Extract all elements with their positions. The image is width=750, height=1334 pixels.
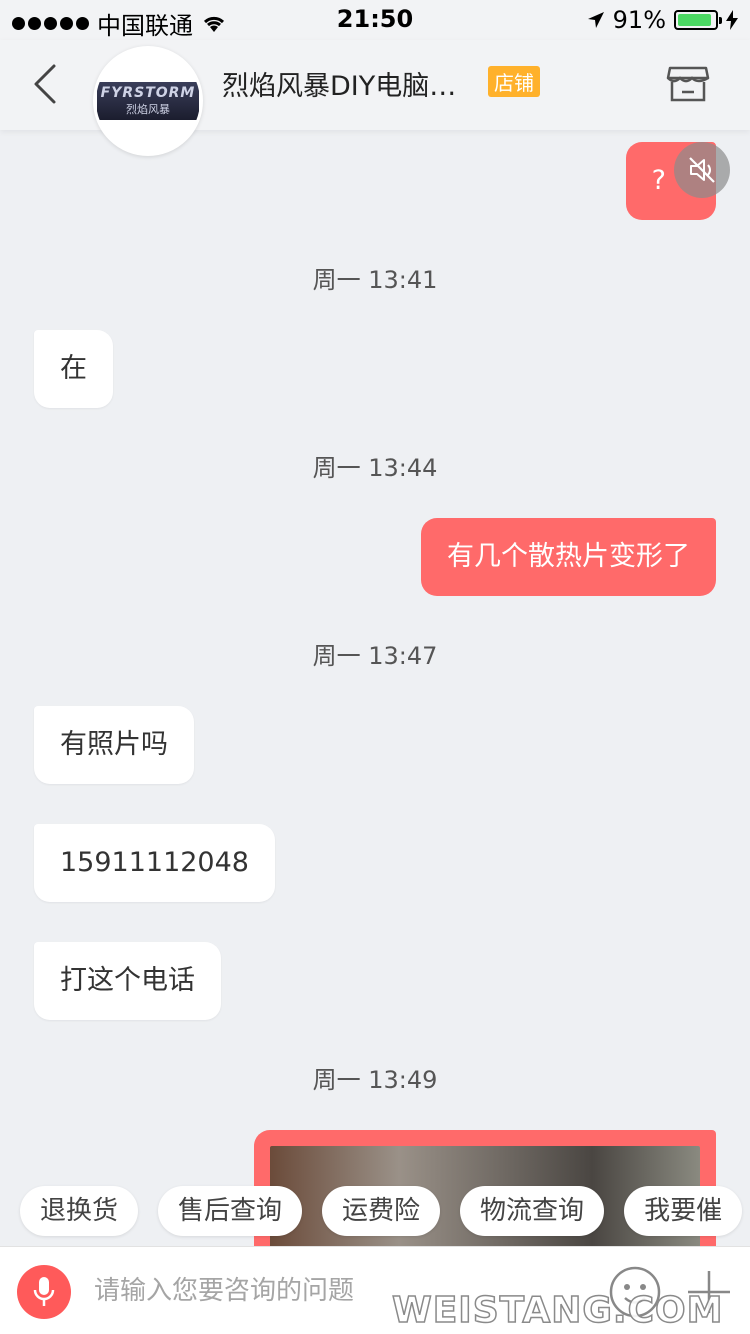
shop-avatar[interactable]: FYRSTORM 烈焰风暴 xyxy=(93,46,203,156)
quick-replies: 退换货 售后查询 运费险 物流查询 我要催 xyxy=(20,1186,743,1236)
chip-shipping-insurance[interactable]: 运费险 xyxy=(322,1186,441,1236)
shop-name[interactable]: 烈焰风暴DIY电脑… xyxy=(222,64,456,103)
timestamp: 周一 13:41 xyxy=(312,266,438,294)
shop-logo: FYRSTORM 烈焰风暴 xyxy=(97,82,199,120)
chip-logistics[interactable]: 物流查询 xyxy=(460,1186,605,1236)
microphone-icon xyxy=(33,1277,55,1306)
message-bubble-incoming[interactable]: 15911112048 xyxy=(34,824,275,902)
logo-line1: FYRSTORM xyxy=(100,85,196,101)
status-right: 91% xyxy=(587,6,738,34)
store-icon[interactable] xyxy=(666,64,710,104)
message-bubble-incoming[interactable]: 有照片吗 xyxy=(34,706,194,784)
battery-percent: 91% xyxy=(612,6,666,34)
logo-line2: 烈焰风暴 xyxy=(126,103,170,116)
mute-icon[interactable] xyxy=(674,142,730,198)
back-icon[interactable] xyxy=(28,62,68,106)
status-bar: 中国联通 21:50 91% xyxy=(0,0,750,40)
message-bubble-incoming[interactable]: 在 xyxy=(34,330,113,408)
chip-urge[interactable]: 我要催 xyxy=(624,1186,743,1236)
microphone-button[interactable] xyxy=(17,1265,71,1319)
location-icon xyxy=(587,12,604,28)
timestamp: 周一 13:44 xyxy=(312,454,438,482)
charging-icon xyxy=(726,10,738,30)
timestamp: 周一 13:49 xyxy=(312,1066,438,1094)
chip-after-sales[interactable]: 售后查询 xyxy=(158,1186,303,1236)
message-bubble-outgoing[interactable]: 有几个散热片变形了 xyxy=(421,518,716,596)
battery-icon xyxy=(674,10,722,30)
message-bubble-incoming[interactable]: 打这个电话 xyxy=(34,942,221,1020)
chip-exchange[interactable]: 退换货 xyxy=(20,1186,139,1236)
timestamp: 周一 13:47 xyxy=(312,642,438,670)
watermark: WEISTANG.COM xyxy=(391,1289,724,1332)
chat-header: FYRSTORM 烈焰风暴 烈焰风暴DIY电脑… 店铺 xyxy=(0,40,750,156)
shop-badge[interactable]: 店铺 xyxy=(488,66,540,97)
